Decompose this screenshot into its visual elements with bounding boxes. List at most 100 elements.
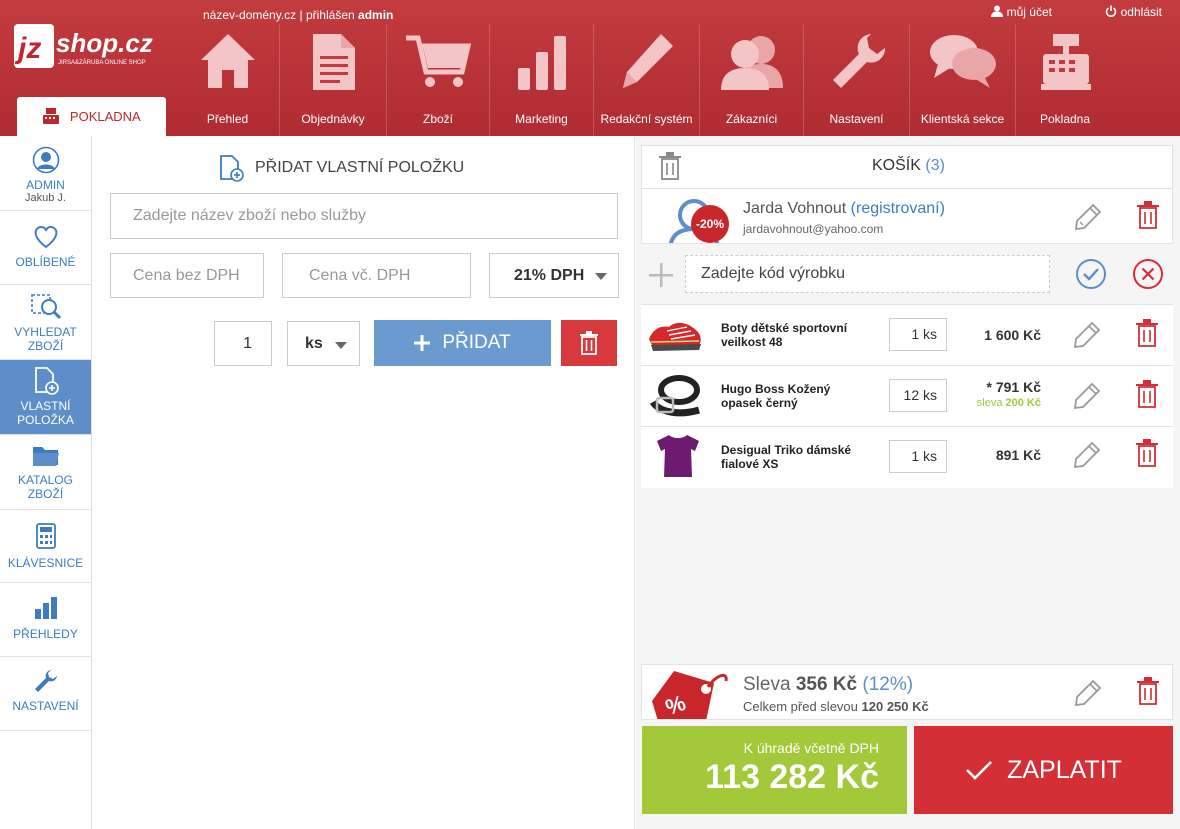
item-quantity[interactable]: 1 ks [889, 440, 947, 473]
nav-label: Pokladna [1039, 112, 1091, 126]
edit-icon[interactable] [1073, 441, 1101, 469]
before-discount-amount: 120 250 Kč [861, 699, 929, 714]
customer-row: -20% Jarda Vohnout (registrovaní) jardav… [641, 188, 1173, 244]
sidebar-item-label: VLASTNÍ [20, 399, 71, 413]
cart-item-row[interactable]: Boty dětské sportovní veilkost 48 1 ks 1… [641, 305, 1173, 366]
admin-name: Jakub J. [25, 192, 66, 204]
sidebar-item-label: PŘEHLEDY [13, 627, 78, 641]
heart-icon [34, 225, 57, 249]
item-price: 1 600 Kč [984, 327, 1041, 343]
cart-title-text: KOŠÍK [872, 157, 921, 174]
trash-icon[interactable] [1136, 201, 1160, 229]
trash-icon[interactable] [658, 152, 682, 180]
item-discount-label: sleva [976, 397, 1003, 409]
sidebar-admin[interactable]: ADMIN Jakub J. [0, 136, 91, 211]
item-price-box: * 791 Kč sleva 200 Kč [977, 379, 1041, 409]
item-price-box: 1 600 Kč [984, 327, 1041, 343]
separator: | [299, 8, 303, 22]
nav-label: Marketing [515, 112, 568, 126]
customer-name-line[interactable]: Jarda Vohnout (registrovaní) [743, 200, 945, 218]
pay-button-label: ZAPLATIT [1007, 755, 1122, 784]
plus-icon[interactable] [649, 263, 673, 287]
sidebar-item-vyhledat-zbozi[interactable]: VYHLEDAT ZBOŽÍ [0, 285, 91, 360]
clear-button[interactable] [561, 320, 617, 366]
item-discount-value: 200 Kč [1005, 397, 1041, 409]
plus-icon [414, 335, 431, 351]
vat-select[interactable]: 21% DPH [489, 253, 619, 298]
pay-button[interactable]: ZAPLATIT [914, 726, 1173, 814]
cart-item-row[interactable]: Hugo Boss Kožený opasek černý 12 ks * 79… [641, 366, 1173, 427]
my-account-link[interactable]: můj účet [991, 5, 1052, 19]
quantity-input[interactable]: 1 [214, 321, 272, 366]
cart-header: KOŠÍK (3) [641, 145, 1173, 189]
sidebar-item-vlastni-polozka[interactable]: VLASTNÍ POLOŽKA [0, 360, 91, 435]
confirm-check-icon[interactable] [1075, 258, 1107, 290]
item-name-placeholder: Zadejte název zboží nebo služby [133, 207, 367, 224]
belt-image [650, 375, 701, 417]
customer-name: Jarda Vohnout [743, 200, 847, 217]
total-amount: 113 282 Kč [705, 758, 879, 796]
admin-label: ADMIN [26, 178, 65, 192]
nav-nastaveni[interactable]: Nastavení [804, 24, 910, 136]
sidebar-item-oblibene[interactable]: OBLÍBENÉ [0, 211, 91, 285]
nav-klientska-sekce[interactable]: Klientská sekce [910, 24, 1016, 136]
product-code-input[interactable]: Zadejte kód výrobku [685, 255, 1050, 293]
logo-mark: jz [14, 32, 41, 65]
price-gross-input[interactable]: Cena vč. DPH [282, 253, 471, 298]
price-net-input[interactable]: Cena bez DPH [110, 253, 264, 298]
edit-icon[interactable] [1074, 679, 1102, 707]
trash-icon[interactable] [1136, 677, 1160, 705]
search-product-icon [30, 294, 61, 320]
nav-label: Zákazníci [725, 112, 778, 126]
panel-title-text: PŘIDAT VLASTNÍ POLOŽKU [255, 159, 465, 176]
sidebar-item-label: NASTAVENÍ [12, 699, 79, 713]
tab-pokladna-label: POKLADNA [69, 109, 141, 124]
nav-zbozi[interactable]: Zboží [387, 24, 490, 136]
item-quantity[interactable]: 1 ks [889, 318, 947, 351]
check-icon [966, 761, 992, 780]
nav-label: Zboží [422, 112, 453, 126]
edit-icon[interactable] [1073, 321, 1101, 349]
logo[interactable]: jz shop.cz JIRSA&ZÁRUBA ONLINE SHOP [14, 22, 164, 70]
nav-zakaznici[interactable]: Zákazníci [700, 24, 804, 136]
cash-register-icon [43, 108, 60, 124]
cancel-close-icon[interactable] [1132, 258, 1164, 290]
logo-text: shop.cz [56, 28, 153, 58]
document-icon [313, 34, 355, 90]
trash-icon[interactable] [1135, 319, 1159, 347]
nav-redakcni-system[interactable]: Redakční systém [594, 24, 700, 136]
discount-label: Sleva [743, 674, 791, 695]
edit-icon[interactable] [1073, 382, 1101, 410]
quantity-value: 1 [243, 334, 252, 352]
bar-chart-icon [34, 597, 57, 619]
sidebar-item-klavesnice[interactable]: KLÁVESNICE [0, 510, 91, 583]
add-button[interactable]: PŘIDAT [374, 320, 551, 366]
nav-objednavky[interactable]: Objednávky [280, 24, 387, 136]
edit-icon[interactable] [1074, 203, 1102, 231]
customer-email: jardavohnout@yahoo.com [743, 222, 884, 236]
nav-label: Přehled [206, 112, 249, 126]
trash-icon[interactable] [1135, 380, 1159, 408]
tab-pokladna[interactable]: POKLADNA [17, 97, 166, 136]
item-name-input[interactable]: Zadejte název zboží nebo služby [110, 193, 618, 239]
price-gross-placeholder: Cena vč. DPH [309, 266, 411, 284]
nav-marketing[interactable]: Marketing [490, 24, 594, 136]
user-name: admin [358, 8, 394, 22]
sidebar-item-label: OBLÍBENÉ [15, 255, 76, 269]
sidebar-item-prehledy[interactable]: PŘEHLEDY [0, 583, 91, 657]
nav-prehled[interactable]: Přehled [176, 24, 280, 136]
logout-link[interactable]: odhlásit [1105, 5, 1162, 19]
sidebar-item-nastaveni[interactable]: NASTAVENÍ [0, 657, 91, 731]
sidebar-item-katalog-zbozi[interactable]: KATALOG ZBOŽÍ [0, 435, 91, 510]
item-quantity[interactable]: 12 ks [889, 379, 947, 412]
discount-tag-icon: % [652, 671, 728, 719]
cart-item-row[interactable]: Desigual Triko dámské fialové XS 1 ks 89… [641, 427, 1173, 488]
add-button-label: PŘIDAT [442, 332, 511, 353]
nav-pokladna[interactable]: Pokladna [1016, 24, 1114, 136]
before-discount-label: Celkem před slevou [743, 699, 858, 714]
nav-label: Nastavení [829, 112, 884, 126]
discount-line: Sleva 356 Kč (12%) [743, 674, 913, 696]
wrench-icon [34, 670, 57, 692]
trash-icon[interactable] [1135, 439, 1159, 467]
unit-select[interactable]: ks [287, 321, 360, 366]
